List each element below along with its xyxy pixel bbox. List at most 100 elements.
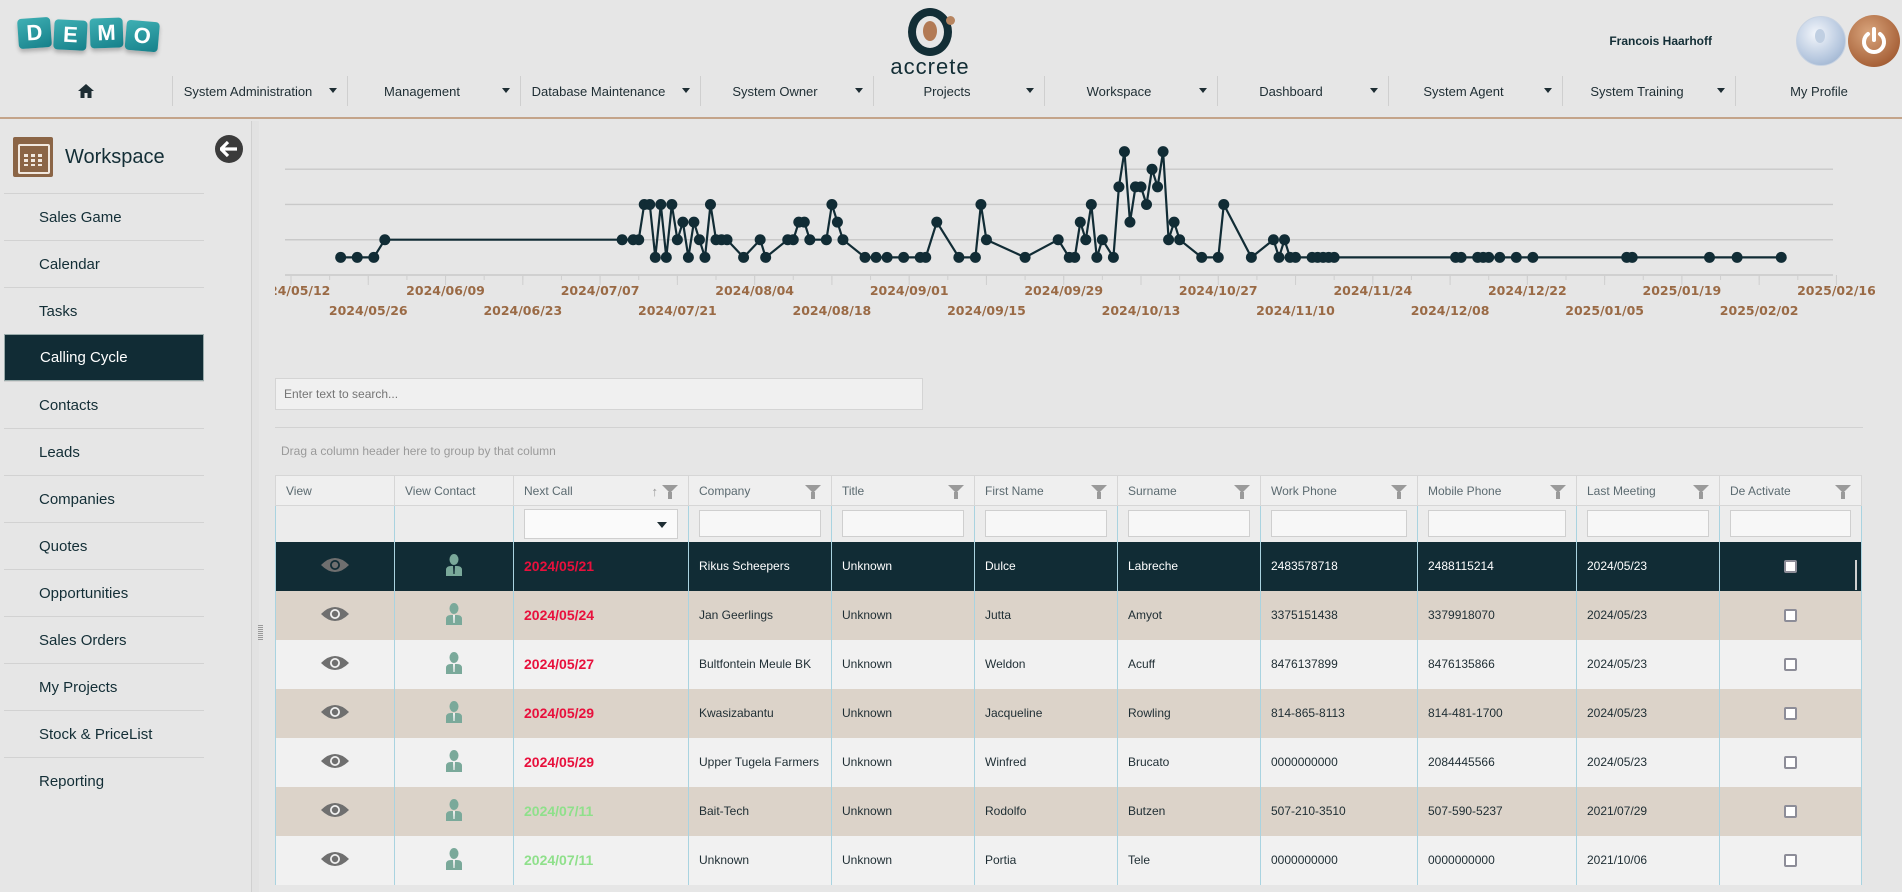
sidebar-item-opportunities[interactable]: Opportunities (4, 569, 204, 616)
grid-search-input[interactable] (275, 378, 923, 410)
filter-input-de-activate[interactable] (1730, 510, 1851, 538)
filter-input-last-meeting[interactable] (1587, 510, 1709, 538)
column-header-first-name[interactable]: First Name (974, 475, 1118, 506)
logo-cube: M (89, 17, 124, 49)
nav-workspace[interactable]: Workspace (1045, 76, 1218, 106)
demo-logo[interactable]: D E M O (16, 16, 160, 53)
column-header-next-call[interactable]: Next Call ↑ (513, 475, 689, 506)
filter-input-surname[interactable] (1128, 510, 1250, 538)
data-point (1168, 216, 1180, 228)
nav-database-maintenance[interactable]: Database Maintenance (521, 76, 701, 106)
column-header-view-contact[interactable]: View Contact (394, 475, 514, 506)
sidebar-item-label: Opportunities (39, 584, 129, 602)
next-call-filter-select[interactable] (524, 508, 678, 539)
group-by-panel[interactable]: Drag a column header here to group by th… (281, 444, 556, 458)
eye-icon[interactable] (320, 801, 350, 819)
nav-system-training[interactable]: System Training (1563, 76, 1736, 106)
contact-person-icon[interactable] (445, 798, 463, 821)
sidebar-item-sales-orders[interactable]: Sales Orders (4, 616, 204, 663)
filter-input-company[interactable] (699, 510, 821, 538)
filter-icon[interactable] (805, 485, 821, 499)
filter-icon[interactable] (1391, 485, 1407, 499)
nav-my-profile[interactable]: My Profile (1736, 76, 1902, 106)
contact-person-icon[interactable] (445, 700, 463, 723)
table-row[interactable]: 2024/05/27 Bultfontein Meule BK Unknown Wel… (275, 639, 1862, 689)
filter-input-title[interactable] (842, 510, 964, 538)
sidebar-item-quotes[interactable]: Quotes (4, 522, 204, 569)
deactivate-checkbox[interactable] (1784, 609, 1797, 623)
filter-icon[interactable] (1550, 485, 1566, 499)
contact-person-icon[interactable] (445, 553, 463, 576)
eye-icon[interactable] (320, 703, 350, 721)
filter-input-mobile-phone[interactable] (1428, 510, 1566, 538)
data-point (1703, 251, 1715, 263)
column-header-title[interactable]: Title (831, 475, 975, 506)
column-header-company[interactable]: Company (688, 475, 832, 506)
nav-system-administration[interactable]: System Administration (173, 76, 348, 106)
splitter-grip-icon[interactable] (258, 625, 263, 641)
sidebar-item-calendar[interactable]: Calendar (4, 240, 204, 287)
logo-cube: O (124, 19, 160, 53)
deactivate-checkbox[interactable] (1784, 854, 1797, 868)
accrete-brand-logo[interactable]: accrete (880, 8, 980, 78)
eye-icon[interactable] (320, 556, 350, 574)
table-row[interactable]: 2024/05/29 Kwasizabantu Unknown Jacqueline R… (275, 688, 1862, 738)
column-header-mobile-phone[interactable]: Mobile Phone (1417, 475, 1577, 506)
table-row[interactable]: 2024/05/24 Jan Geerlings Unknown Jutta Amyot… (275, 590, 1862, 640)
filter-input-work-phone[interactable] (1271, 510, 1407, 538)
nav-dashboard[interactable]: Dashboard (1218, 76, 1389, 106)
sidebar-item-leads[interactable]: Leads (4, 428, 204, 475)
x-tick-label: 2024/10/13 (1102, 303, 1181, 318)
chevron-down-icon (1717, 88, 1725, 93)
contact-person-icon[interactable] (445, 749, 463, 772)
sidebar-item-stock-pricelist[interactable]: Stock & PriceList (4, 710, 204, 757)
data-point (1085, 198, 1097, 210)
deactivate-checkbox[interactable] (1784, 805, 1797, 819)
filter-icon[interactable] (1835, 485, 1851, 499)
table-row[interactable]: 2024/07/11 Unknown Unknown Portia Tele 000000… (275, 835, 1862, 885)
sidebar-item-my-projects[interactable]: My Projects (4, 663, 204, 710)
nav-system-agent[interactable]: System Agent (1389, 76, 1563, 106)
filter-input-first-name[interactable] (985, 510, 1107, 538)
sidebar-item-contacts[interactable]: Contacts (4, 381, 204, 428)
deactivate-checkbox[interactable] (1784, 756, 1797, 770)
filter-icon[interactable] (1234, 485, 1250, 499)
eye-icon[interactable] (320, 605, 350, 623)
sidebar-item-reporting[interactable]: Reporting (4, 757, 204, 804)
sidebar-item-sales-game[interactable]: Sales Game (4, 193, 204, 240)
deactivate-checkbox[interactable] (1784, 560, 1797, 574)
column-header-surname[interactable]: Surname (1117, 475, 1261, 506)
eye-icon[interactable] (320, 654, 350, 672)
column-header-view[interactable]: View (275, 475, 395, 506)
collapse-sidebar-button[interactable] (215, 135, 243, 163)
sort-ascending-icon[interactable]: ↑ (652, 484, 659, 499)
column-header-de-activate[interactable]: De Activate (1719, 475, 1862, 506)
table-row[interactable]: 2024/05/29 Upper Tugela Farmers Unknown Win… (275, 737, 1862, 787)
nav-projects[interactable]: Projects (874, 76, 1045, 106)
sidebar-item-companies[interactable]: Companies (4, 475, 204, 522)
column-header-last-meeting[interactable]: Last Meeting (1576, 475, 1720, 506)
deactivate-checkbox[interactable] (1784, 707, 1797, 721)
nav-home[interactable] (0, 76, 173, 106)
table-row[interactable]: 2024/05/21 Rikus Scheepers Unknown Dulce Lab… (275, 541, 1862, 591)
sidebar-item-calling-cycle[interactable]: Calling Cycle (4, 334, 204, 381)
eye-icon[interactable] (320, 752, 350, 770)
sidebar-splitter[interactable] (251, 121, 263, 892)
column-header-work-phone[interactable]: Work Phone (1260, 475, 1418, 506)
eye-icon[interactable] (320, 850, 350, 868)
table-row[interactable]: 2024/07/11 Bait-Tech Unknown Rodolfo Butzen 5… (275, 786, 1862, 836)
logout-button[interactable] (1848, 15, 1900, 67)
contact-person-icon[interactable] (445, 602, 463, 625)
filter-icon[interactable] (1091, 485, 1107, 499)
contact-person-icon[interactable] (445, 847, 463, 870)
user-avatar[interactable] (1796, 16, 1846, 66)
sidebar-item-tasks[interactable]: Tasks (4, 287, 204, 334)
filter-icon[interactable] (948, 485, 964, 499)
nav-system-owner[interactable]: System Owner (701, 76, 874, 106)
filter-icon[interactable] (662, 485, 678, 499)
deactivate-checkbox[interactable] (1784, 658, 1797, 672)
nav-management[interactable]: Management (348, 76, 521, 106)
contact-person-icon[interactable] (445, 651, 463, 674)
filter-icon[interactable] (1693, 485, 1709, 499)
grid-scrollbar[interactable] (1855, 560, 1857, 590)
